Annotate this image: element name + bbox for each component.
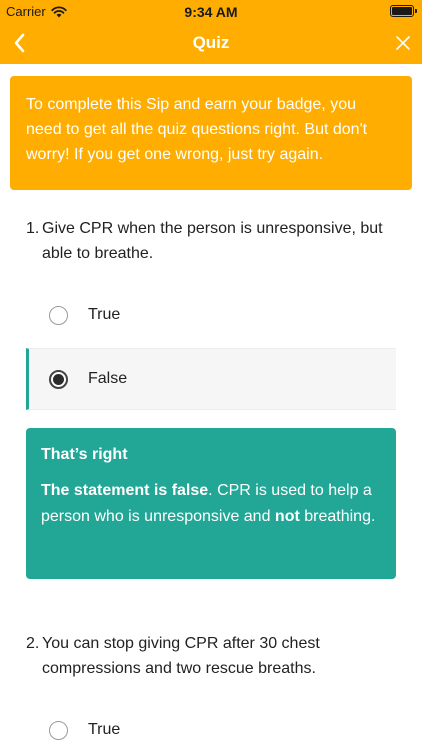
page-title: Quiz bbox=[192, 33, 230, 52]
option-label: False bbox=[88, 370, 128, 387]
question-1: 1. Give CPR when the person is unrespons… bbox=[26, 216, 406, 266]
feedback-text-2: breathing. bbox=[299, 508, 376, 525]
answer-feedback: That’s right The statement is false. CPR… bbox=[26, 428, 396, 579]
feedback-body: The statement is false. CPR is used to h… bbox=[41, 478, 381, 530]
option-true[interactable]: True bbox=[26, 284, 396, 346]
option-false[interactable]: False bbox=[26, 348, 396, 410]
question-2: 2. You can stop giving CPR after 30 ches… bbox=[26, 631, 406, 681]
intro-banner: To complete this Sip and earn your badge… bbox=[10, 76, 412, 190]
feedback-title: That’s right bbox=[41, 446, 128, 463]
option-true[interactable]: True bbox=[26, 699, 396, 750]
question-text: You can stop giving CPR after 30 chest c… bbox=[42, 635, 320, 677]
battery-icon bbox=[390, 5, 417, 17]
feedback-bold-lead: The statement is false bbox=[41, 482, 209, 499]
intro-text: To complete this Sip and earn your badge… bbox=[26, 96, 368, 163]
option-label: True bbox=[88, 306, 121, 323]
question-text: Give CPR when the person is unresponsive… bbox=[42, 220, 383, 262]
feedback-bold-not: not bbox=[274, 508, 300, 525]
close-icon[interactable] bbox=[392, 32, 414, 54]
question-number: 2. bbox=[26, 635, 40, 652]
radio-selected[interactable] bbox=[49, 369, 68, 389]
status-time: 9:34 AM bbox=[184, 4, 238, 20]
status-bar: Carrier 9:34 AM bbox=[0, 0, 422, 22]
option-label: True bbox=[88, 721, 121, 738]
nav-bar: Quiz bbox=[0, 22, 422, 64]
radio-unselected[interactable] bbox=[49, 720, 68, 740]
radio-unselected[interactable] bbox=[49, 305, 68, 325]
question-number: 1. bbox=[26, 220, 40, 237]
